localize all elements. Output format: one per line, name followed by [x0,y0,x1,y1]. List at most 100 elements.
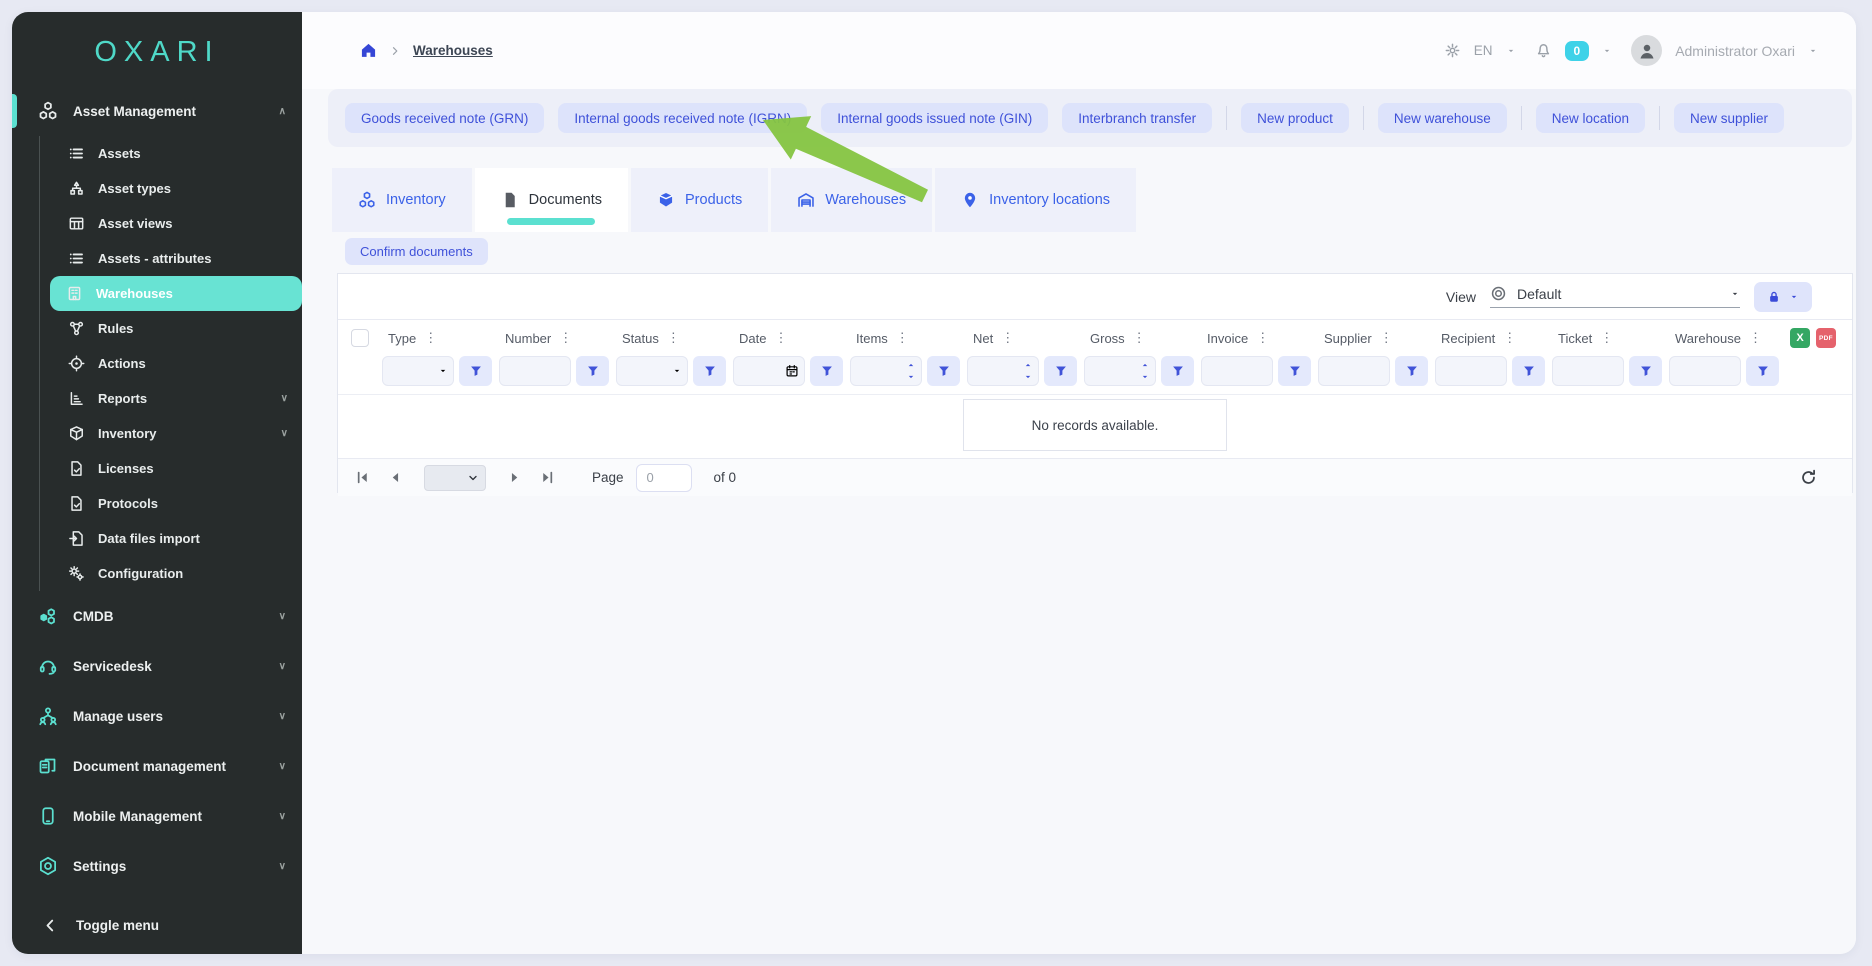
number-spinner[interactable] [906,360,916,382]
last-page-button[interactable] [537,467,558,488]
interbranch-transfer-button[interactable]: Interbranch transfer [1062,103,1212,133]
column-menu-icon[interactable]: ⋮ [1503,330,1516,346]
sidebar-item-asset-views[interactable]: Asset views [40,206,302,241]
filter-button-type[interactable] [459,356,492,386]
sidebar-item-manage-users[interactable]: Manage users∨ [12,691,302,741]
filter-button-date[interactable] [810,356,843,386]
goods-received-note-grn-button[interactable]: Goods received note (GRN) [345,103,544,133]
sidebar-item-asset-management[interactable]: Asset Management∧ [12,86,302,136]
column-menu-icon[interactable]: ⋮ [559,330,572,346]
new-warehouse-button[interactable]: New warehouse [1378,103,1507,133]
export-pdf-button[interactable]: PDF [1816,328,1836,348]
sidebar-item-warehouses[interactable]: Warehouses [50,276,302,311]
sidebar-item-inventory[interactable]: Inventory∨ [40,416,302,451]
chart-icon [68,390,85,407]
sidebar-item-mobile-management[interactable]: Mobile Management∨ [12,791,302,841]
filter-input-number[interactable] [499,356,571,386]
sidebar-item-licenses[interactable]: Licenses [40,451,302,486]
column-menu-icon[interactable]: ⋮ [1133,330,1146,346]
filter-button-number[interactable] [576,356,609,386]
confirm-documents-button[interactable]: Confirm documents [345,238,488,265]
select-all-checkbox[interactable] [351,329,369,347]
notification-badge[interactable]: 0 [1565,41,1590,61]
tab-products[interactable]: Products [631,168,768,232]
user-menu-caret-icon[interactable] [1808,46,1818,56]
filter-input-gross[interactable] [1084,356,1156,386]
filter-button-items[interactable] [927,356,960,386]
tab-inventory[interactable]: Inventory [332,168,472,232]
sidebar-item-cmdb[interactable]: CMDB∨ [12,591,302,641]
sidebar-item-settings[interactable]: Settings∨ [12,841,302,891]
filter-button-status[interactable] [693,356,726,386]
filter-button-net[interactable] [1044,356,1077,386]
internal-goods-received-note-igrn-button[interactable]: Internal goods received note (IGRN) [558,103,807,133]
view-select[interactable]: Default [1490,285,1740,308]
new-product-button[interactable]: New product [1241,103,1349,133]
user-name[interactable]: Administrator Oxari [1675,43,1795,59]
number-spinner[interactable] [1023,360,1033,382]
toggle-menu-button[interactable]: Toggle menu [12,917,302,934]
tab-inventory-locations[interactable]: Inventory locations [935,168,1136,232]
filter-input-items[interactable] [850,356,922,386]
sidebar-item-rules[interactable]: Rules [40,311,302,346]
filter-button-gross[interactable] [1161,356,1194,386]
language-selector[interactable]: EN [1474,43,1493,58]
filter-input-warehouse[interactable] [1669,356,1741,386]
sidebar-item-reports[interactable]: Reports∨ [40,381,302,416]
refresh-button[interactable] [1793,467,1824,488]
tab-documents[interactable]: Documents [475,168,628,232]
new-supplier-button[interactable]: New supplier [1674,103,1784,133]
language-caret-icon[interactable] [1506,46,1516,56]
sidebar-item-configuration[interactable]: Configuration [40,556,302,591]
sidebar-item-asset-types[interactable]: Asset types [40,171,302,206]
sidebar-item-assets[interactable]: Assets [40,136,302,171]
previous-page-button[interactable] [385,467,406,488]
filter-input-ticket[interactable] [1552,356,1624,386]
notifications-caret-icon[interactable] [1602,46,1612,56]
export-excel-button[interactable]: X [1790,328,1810,348]
filter-input-status[interactable] [616,356,688,386]
filter-button-ticket[interactable] [1629,356,1662,386]
column-menu-icon[interactable]: ⋮ [1600,330,1613,346]
internal-goods-issued-note-gin-button[interactable]: Internal goods issued note (GIN) [821,103,1048,133]
filter-button-recipient[interactable] [1512,356,1545,386]
sidebar-item-actions[interactable]: Actions [40,346,302,381]
filter-input-invoice[interactable] [1201,356,1273,386]
column-menu-icon[interactable]: ⋮ [424,330,437,346]
sidebar-item-data-files-import[interactable]: Data files import [40,521,302,556]
sidebar-item-servicedesk[interactable]: Servicedesk∨ [12,641,302,691]
avatar[interactable] [1631,35,1662,66]
column-menu-icon[interactable]: ⋮ [1001,330,1014,346]
filter-input-date[interactable] [733,356,805,386]
column-menu-icon[interactable]: ⋮ [1380,330,1393,346]
bell-icon[interactable] [1535,42,1552,59]
sidebar-item-document-management[interactable]: Document management∨ [12,741,302,791]
column-menu-icon[interactable]: ⋮ [1749,330,1762,346]
home-icon[interactable] [360,42,377,59]
number-spinner[interactable] [1140,360,1150,382]
column-menu-icon[interactable]: ⋮ [667,330,680,346]
column-menu-icon[interactable]: ⋮ [896,330,909,346]
filter-button-warehouse[interactable] [1746,356,1779,386]
sidebar-item-assets-attributes[interactable]: Assets - attributes [40,241,302,276]
filter-button-invoice[interactable] [1278,356,1311,386]
first-page-button[interactable] [352,467,373,488]
new-location-button[interactable]: New location [1536,103,1645,133]
filter-input-supplier[interactable] [1318,356,1390,386]
gear-icon[interactable] [1444,42,1461,59]
tab-warehouses[interactable]: Warehouses [771,168,932,232]
chevron-down-icon: ∨ [279,811,286,822]
filter-cell-invoice [1201,356,1318,386]
page-number-input[interactable] [636,464,692,492]
lock-view-button[interactable] [1754,282,1812,312]
sidebar-item-protocols[interactable]: Protocols [40,486,302,521]
column-menu-icon[interactable]: ⋮ [774,330,787,346]
column-menu-icon[interactable]: ⋮ [1256,330,1269,346]
next-page-button[interactable] [504,467,525,488]
page-size-select[interactable] [424,465,486,491]
breadcrumb-current[interactable]: Warehouses [413,43,493,58]
filter-button-supplier[interactable] [1395,356,1428,386]
filter-input-net[interactable] [967,356,1039,386]
filter-input-type[interactable] [382,356,454,386]
filter-input-recipient[interactable] [1435,356,1507,386]
